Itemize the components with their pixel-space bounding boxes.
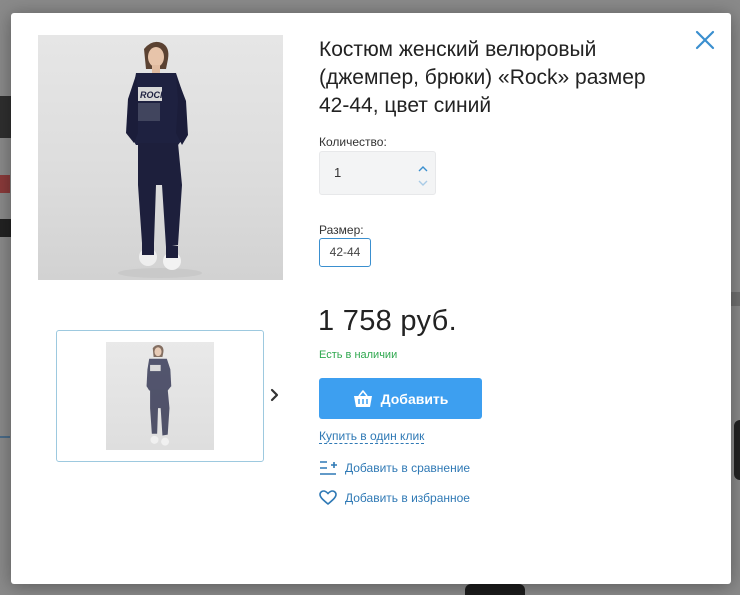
add-to-favorites-link[interactable]: Добавить в избранное bbox=[319, 490, 470, 506]
thumbnail-image bbox=[106, 342, 214, 450]
backdrop-badge bbox=[0, 175, 10, 193]
chevron-down-icon bbox=[418, 180, 428, 186]
close-icon bbox=[695, 30, 715, 50]
quantity-decrease-button[interactable] bbox=[417, 175, 429, 186]
backdrop-underline bbox=[0, 436, 10, 438]
chevron-up-icon bbox=[418, 166, 428, 172]
basket-icon bbox=[353, 389, 372, 407]
chevron-right-icon bbox=[270, 388, 279, 402]
add-to-favorites-label: Добавить в избранное bbox=[345, 491, 470, 505]
buy-one-click-link[interactable]: Купить в один клик bbox=[319, 429, 425, 444]
thumbnail-selected[interactable] bbox=[56, 330, 264, 462]
quantity-label: Количество: bbox=[319, 135, 387, 149]
add-to-compare-link[interactable]: Добавить в сравнение bbox=[319, 460, 470, 476]
backdrop-product-image bbox=[465, 584, 525, 595]
print-text: ROCK bbox=[140, 90, 168, 100]
close-button[interactable] bbox=[693, 28, 717, 52]
thumbnail-next-button[interactable] bbox=[267, 386, 283, 404]
stock-status: Есть в наличии bbox=[319, 349, 398, 361]
quantity-increase-button[interactable] bbox=[417, 161, 429, 172]
add-to-cart-label: Добавить bbox=[380, 390, 449, 407]
thumbnail-model-illustration bbox=[146, 345, 172, 446]
size-label: Размер: bbox=[319, 223, 364, 237]
backdrop-product-edge bbox=[734, 420, 740, 480]
quick-view-modal: ROCK Костюм женский велюровый (джемпер, … bbox=[11, 13, 731, 584]
size-option-42-44[interactable]: 42-44 bbox=[319, 238, 371, 267]
compare-list-icon bbox=[320, 461, 337, 475]
product-title: Костюм женский велюровый (джемпер, брюки… bbox=[319, 38, 646, 117]
product-model-illustration: ROCK bbox=[118, 41, 202, 278]
add-to-cart-button[interactable]: Добавить bbox=[319, 378, 482, 419]
add-to-compare-label: Добавить в сравнение bbox=[345, 461, 471, 475]
quantity-stepper[interactable]: 1 bbox=[319, 151, 436, 195]
product-main-image[interactable]: ROCK bbox=[38, 35, 283, 280]
product-price: 1 758 руб. bbox=[318, 305, 457, 337]
heart-icon bbox=[319, 490, 337, 505]
quantity-value[interactable]: 1 bbox=[334, 165, 341, 180]
backdrop-element bbox=[730, 292, 740, 306]
